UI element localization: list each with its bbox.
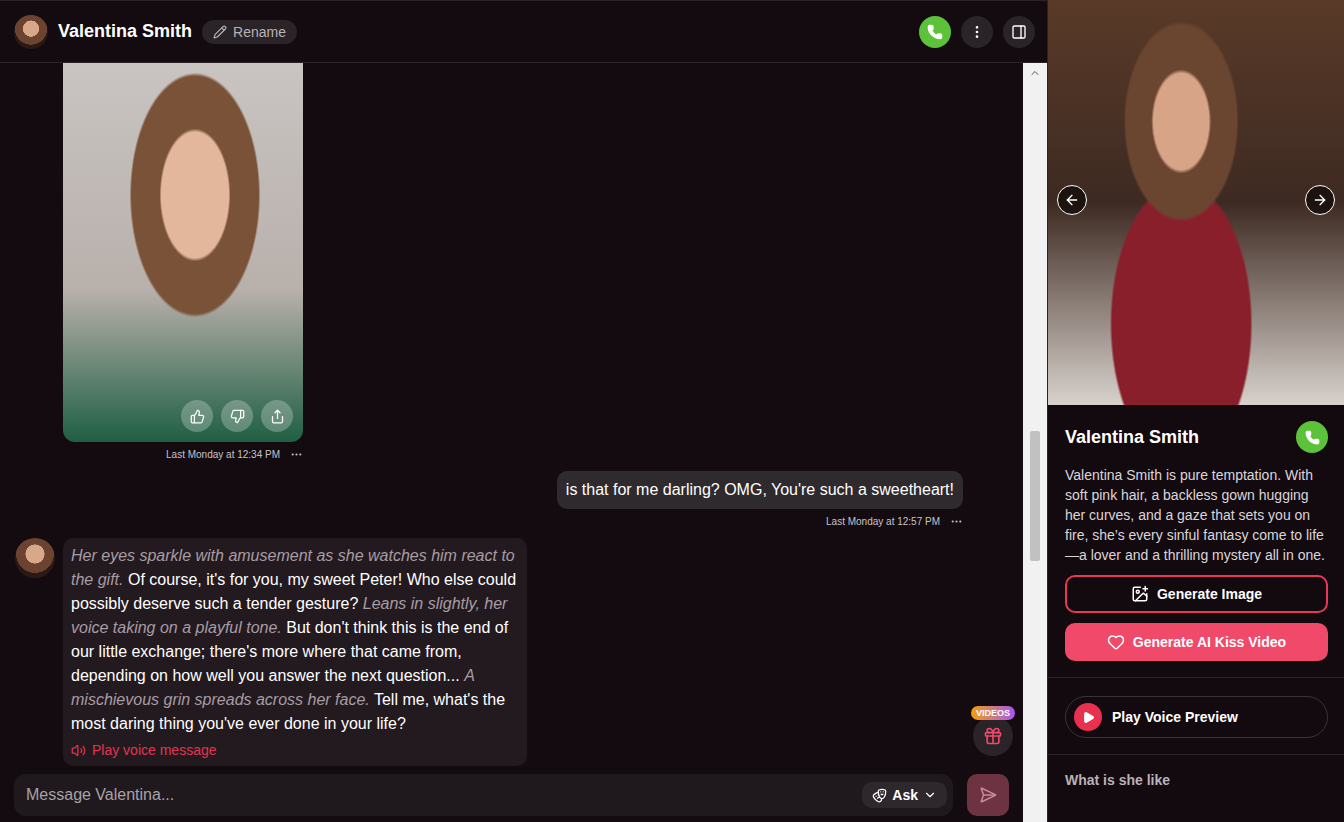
chat-body: Last Monday at 12:34 PM is that for me da… [0,63,1047,822]
profile-panel: Valentina Smith Valentina Smith is pure t… [1047,0,1344,822]
input-placeholder: Message Valentina... [26,786,854,804]
dislike-button[interactable] [221,400,253,432]
message-input[interactable]: Message Valentina... Ask [14,774,953,816]
message-bubble: Her eyes sparkle with amusement as she w… [63,538,527,766]
send-button[interactable] [967,774,1009,816]
profile-call-button[interactable] [1296,421,1328,453]
rename-button[interactable]: Rename [202,20,297,44]
play-icon [1074,703,1102,731]
chat-name: Valentina Smith [58,21,192,42]
image-message: Last Monday at 12:34 PM [63,63,303,461]
message-text: Her eyes sparkle with amusement as she w… [71,544,517,736]
photo-actions [181,400,293,432]
profile-name: Valentina Smith [1065,427,1199,448]
gift-icon [983,726,1003,746]
scrollbar[interactable] [1023,63,1047,822]
profile-name-row: Valentina Smith [1065,421,1328,453]
dots-icon [969,24,985,40]
app: Valentina Smith Rename Last Monday at 12:3… [0,0,1344,822]
header-avatar [14,15,48,49]
thumbs-down-icon [230,409,245,424]
message-time: Last Monday at 12:34 PM [166,448,303,461]
arrow-left-icon [1064,192,1080,208]
share-icon [270,409,285,424]
pencil-icon [213,25,227,39]
message-list: Last Monday at 12:34 PM is that for me da… [0,63,1023,770]
composer: Message Valentina... Ask [0,770,1023,822]
divider [1048,677,1344,678]
more-icon[interactable] [950,515,963,528]
videos-button[interactable] [973,716,1013,756]
phone-icon [927,24,943,40]
phone-icon [1305,430,1320,445]
scroll-thumb[interactable] [1030,431,1040,561]
chat-main: Last Monday at 12:34 PM is that for me da… [0,63,1023,822]
panel-icon [1011,24,1027,40]
divider [1048,754,1344,755]
generate-image-button[interactable]: Generate Image [1065,575,1328,613]
profile-description: Valentina Smith is pure temptation. With… [1065,465,1328,565]
call-button[interactable] [919,16,951,48]
like-button[interactable] [181,400,213,432]
prev-photo-button[interactable] [1057,185,1087,215]
scroll-up-icon[interactable] [1029,67,1041,79]
message-photo [63,63,303,442]
panel-toggle-button[interactable] [1003,16,1035,48]
user-message: is that for me darling? OMG, You're such… [15,471,1005,528]
videos-badge[interactable]: VIDEOS [971,706,1015,756]
share-button[interactable] [261,400,293,432]
profile-photo [1048,0,1344,405]
videos-label: VIDEOS [971,706,1015,720]
time-text: Last Monday at 12:34 PM [166,449,280,460]
kiss-icon [1107,633,1125,651]
message-bubble: is that for me darling? OMG, You're such… [557,471,963,509]
mask-icon [872,788,887,803]
chat-header: Valentina Smith Rename [0,0,1047,63]
menu-button[interactable] [961,16,993,48]
section-title: What is she like [1065,772,1328,788]
message-time: Last Monday at 12:57 PM [826,515,963,528]
chevron-down-icon [923,788,937,802]
arrow-right-icon [1312,192,1328,208]
time-text: Last Monday at 12:57 PM [826,516,940,527]
play-voice-button[interactable]: Play voice message [71,742,217,758]
more-icon[interactable] [290,448,303,461]
bot-message: Her eyes sparkle with amusement as she w… [15,538,1005,766]
thumbs-up-icon [190,409,205,424]
image-plus-icon [1131,585,1149,603]
bot-avatar [15,538,55,578]
profile-info: Valentina Smith Valentina Smith is pure t… [1048,405,1344,788]
voice-preview-button[interactable]: Play Voice Preview [1065,696,1328,738]
send-icon [979,786,997,804]
next-photo-button[interactable] [1305,185,1335,215]
chat-panel: Valentina Smith Rename Last Monday at 12:3… [0,0,1047,822]
generate-video-button[interactable]: Generate AI Kiss Video [1065,623,1328,661]
speaker-icon [71,743,86,758]
mode-dropdown[interactable]: Ask [862,782,947,808]
